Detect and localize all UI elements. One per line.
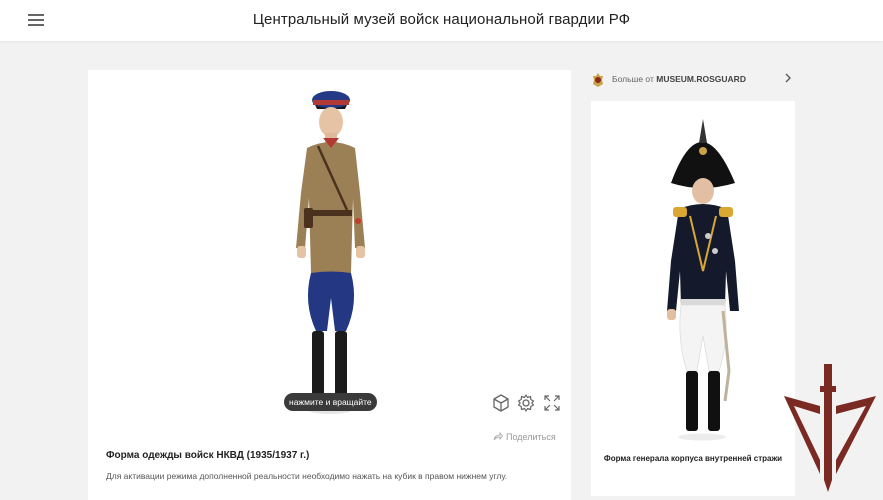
nkvd-uniform-model[interactable] <box>273 88 391 418</box>
rosguard-watermark-icon <box>784 364 876 492</box>
related-model-card[interactable]: Форма генерала корпуса внутренней стражи <box>591 101 795 496</box>
page-title: Центральный музей войск национальной гва… <box>252 11 631 28</box>
ar-cube-icon[interactable] <box>491 393 511 413</box>
general-uniform-thumbnail <box>667 119 739 441</box>
chevron-right-icon[interactable] <box>783 73 793 83</box>
more-from-author-link[interactable]: Больше от MUSEUM.ROSGUARD <box>591 70 795 88</box>
model-description: Для активации режима дополненной реально… <box>106 471 508 481</box>
rotate-hint-badge: нажмите и вращайте <box>284 393 377 411</box>
fullscreen-icon[interactable] <box>542 393 562 413</box>
author-name[interactable]: MUSEUM.ROSGUARD <box>656 74 746 84</box>
model-title: Форма одежды войск НКВД (1935/1937 г.) <box>106 450 310 461</box>
more-from-text: Больше от MUSEUM.ROSGUARD <box>612 74 746 84</box>
more-prefix: Больше от <box>612 74 654 84</box>
model-viewer-card[interactable]: нажмите и вращайте Поделиться Форма одеж… <box>88 70 571 500</box>
share-label: Поделиться <box>506 432 556 442</box>
related-model-title: Форма генерала корпуса внутренней стражи <box>603 454 783 463</box>
share-icon <box>493 431 504 441</box>
top-header: Центральный музей войск национальной гва… <box>0 0 883 41</box>
share-button[interactable]: Поделиться <box>493 431 556 442</box>
rosguard-emblem-icon <box>593 73 603 87</box>
settings-gear-icon[interactable] <box>516 393 536 413</box>
